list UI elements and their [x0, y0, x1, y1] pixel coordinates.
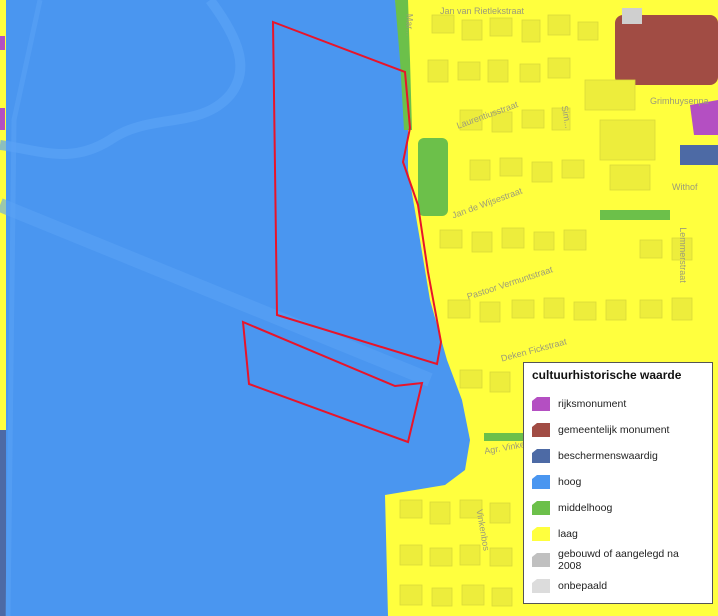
green-strip-1 — [600, 210, 670, 220]
legend-item-label: onbepaald — [558, 580, 608, 592]
map-legend: cultuurhistorische waarde rijksmonument g… — [523, 362, 713, 604]
left-purple-mark — [0, 36, 5, 50]
dark-blue-swatch-icon — [532, 449, 550, 463]
legend-item-label: gebouwd of aangelegd na 2008 — [558, 548, 679, 572]
street-label-withof: Withof — [672, 182, 698, 192]
light-grey-swatch-icon — [532, 579, 550, 593]
legend-item: middelhoog — [532, 495, 704, 521]
left-purple-mark-2 — [0, 108, 5, 130]
left-yellow-strip — [0, 0, 6, 430]
purple-swatch-icon — [532, 397, 550, 411]
legend-item: gebouwd of aangelegd na 2008 — [532, 547, 704, 573]
legend-item: laag — [532, 521, 704, 547]
street-label-grimhuysen: Grimhuysenpa — [650, 96, 709, 106]
legend-item-label: rijksmonument — [558, 398, 627, 410]
legend-item-label: middelhoog — [558, 502, 613, 514]
blue-swatch-icon — [532, 475, 550, 489]
legend-items: rijksmonument gemeentelijk monument besche… — [532, 391, 704, 599]
legend-item-label: gemeentelijk monument — [558, 424, 670, 436]
legend-item: onbepaald — [532, 573, 704, 599]
legend-item-label: laag — [558, 528, 578, 540]
dark-building — [680, 145, 718, 165]
grey-building — [622, 8, 642, 24]
legend-item: rijksmonument — [532, 391, 704, 417]
gemeentelijk-monument — [615, 15, 718, 85]
street-label-mar: Mar... — [404, 13, 415, 37]
legend-item: beschermenswaardig — [532, 443, 704, 469]
green-swatch-icon — [532, 501, 550, 515]
brown-swatch-icon — [532, 423, 550, 437]
legend-item-label: hoog — [558, 476, 582, 488]
left-dark-strip — [0, 430, 6, 616]
street-label-lemm: Lemmerstraat — [677, 227, 688, 283]
legend-item: hoog — [532, 469, 704, 495]
street-label-jan-van-riet: Jan van Rietlekstraat — [440, 6, 525, 16]
yellow-swatch-icon — [532, 527, 550, 541]
grey-swatch-icon — [532, 553, 550, 567]
legend-item-label: beschermenswaardig — [558, 450, 658, 462]
legend-item: gemeentelijk monument — [532, 417, 704, 443]
green-park — [418, 138, 448, 216]
legend-title: cultuurhistorische waarde — [532, 368, 682, 382]
